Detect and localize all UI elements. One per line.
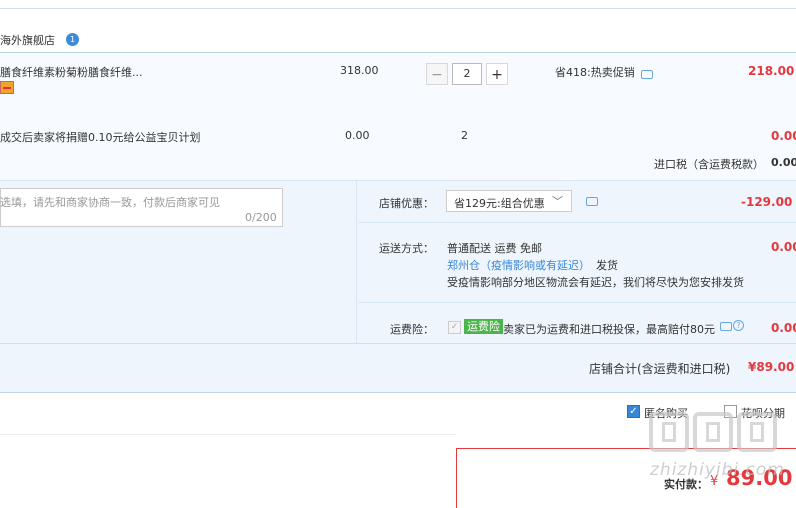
import-tax-value: 0.00 — [771, 156, 796, 169]
item-title[interactable]: 膳食纤维素粉菊粉膳食纤维... — [0, 64, 143, 80]
insurance-label: 运费险： — [390, 323, 434, 336]
decrease-quantity-button[interactable]: − — [426, 63, 448, 85]
divider — [0, 434, 456, 435]
shop-badge-icon[interactable]: 1 — [66, 33, 79, 46]
import-tax-label: 进口税（含运费税款） — [654, 158, 764, 171]
divider — [356, 180, 357, 343]
insurance-checkbox: ✓ — [448, 321, 461, 334]
charity-item-title[interactable]: 成交后卖家将捐赠0.10元给公益宝贝计划 — [0, 129, 201, 145]
increase-quantity-button[interactable]: + — [486, 63, 508, 85]
insurance-tag: 运费险 — [464, 319, 503, 334]
shipping-label: 运送方式： — [379, 242, 434, 255]
shipping-warehouse: 郑州仓（疫情影响或有延迟） — [447, 259, 590, 272]
shop-total-label: 店铺合计(含运费和进口税) — [589, 362, 731, 376]
charity-subtotal: 0.00 — [771, 129, 796, 143]
chat-icon[interactable] — [641, 70, 653, 79]
shop-name[interactable]: 海外旗舰店 — [0, 32, 55, 48]
divider — [358, 222, 796, 223]
anonymous-label[interactable]: 匿名购买 — [644, 405, 688, 421]
quantity-input[interactable]: 2 — [452, 63, 482, 85]
chevron-down-icon[interactable]: ﹀ — [552, 193, 563, 209]
huabei-label[interactable]: 花呗分期 — [741, 405, 785, 421]
chat-icon[interactable] — [720, 322, 732, 331]
gift-icon — [0, 81, 14, 94]
shipping-method: 普通配送 运费 免邮 — [447, 242, 542, 255]
discount-label: 店铺优惠： — [379, 197, 434, 210]
shipping-note: 发货 — [596, 259, 618, 272]
anonymous-checkbox[interactable]: ✓ — [627, 405, 640, 418]
charity-quantity: 2 — [461, 129, 468, 142]
shop-total-value: ¥89.00 — [748, 360, 795, 374]
watermark-text: zhizhiyibi.com — [650, 460, 785, 480]
table-header-strip — [0, 0, 796, 9]
item-unit-price: 318.00 — [340, 64, 379, 77]
promo-label: 省418:热卖促销 — [555, 66, 635, 79]
shipping-value: 0.00 — [771, 240, 796, 254]
huabei-checkbox[interactable] — [724, 405, 737, 418]
discount-value: -129.00 — [741, 195, 793, 209]
message-char-counter: 0/200 — [245, 211, 277, 224]
charity-unit-price: 0.00 — [345, 129, 370, 142]
insurance-desc: 卖家已为运费和进口税投保，最高赔付80元 — [503, 323, 715, 336]
divider — [358, 302, 796, 303]
insurance-value: 0.00 — [771, 321, 796, 335]
chat-icon[interactable] — [586, 197, 598, 206]
help-icon[interactable]: ? — [733, 320, 744, 331]
discount-selected[interactable]: 省129元:组合优惠 — [454, 195, 545, 211]
item-subtotal: 218.00 — [748, 64, 795, 78]
seller-message-placeholder: 选填，请先和商家协商一致，付款后商家可见 — [0, 196, 220, 209]
shipping-notice: 受疫情影响部分地区物流会有延迟，我们将尽快为您安排发货 — [447, 276, 744, 289]
